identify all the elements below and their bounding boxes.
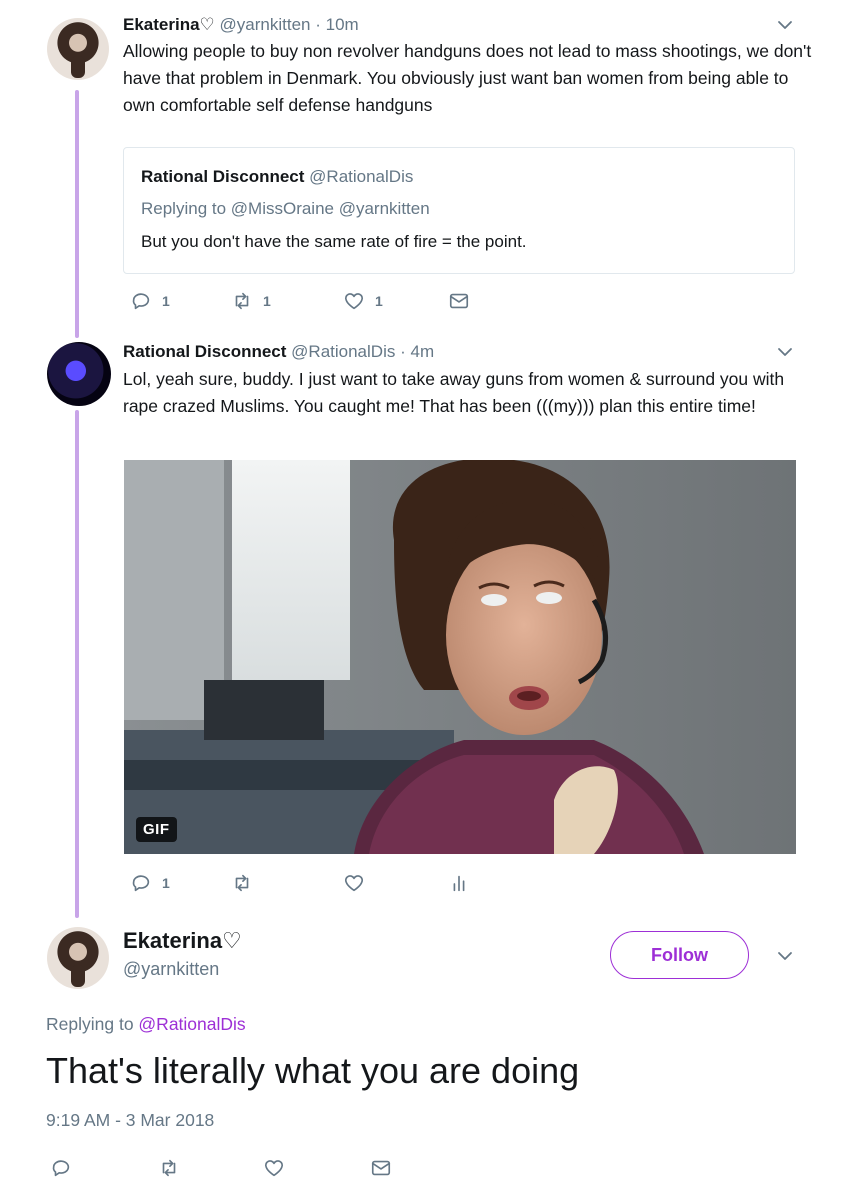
retweet-button[interactable]: 1: [231, 289, 271, 313]
thread-line: [75, 90, 79, 338]
thread-line: [75, 410, 79, 918]
dm-button[interactable]: [448, 289, 470, 313]
handle[interactable]: @yarnkitten: [220, 15, 311, 34]
tweet-text: Lol, yeah sure, buddy. I just want to ta…: [123, 369, 785, 416]
like-count: 1: [375, 293, 383, 309]
tweet-actions: [50, 1156, 410, 1180]
retweet-icon: [235, 292, 249, 310]
display-name: Rational Disconnect: [141, 167, 305, 186]
like-icon: [264, 1160, 284, 1177]
dm-button[interactable]: [370, 1156, 392, 1180]
tweet-header: Rational Disconnect @RationalDis · 4m: [123, 341, 434, 363]
like-icon: [344, 875, 364, 892]
chevron-down-icon[interactable]: [774, 341, 796, 363]
avatar[interactable]: [47, 342, 111, 406]
analytics-button[interactable]: [448, 871, 470, 895]
reply-button[interactable]: 1: [130, 871, 170, 895]
reply-count: 1: [162, 293, 170, 309]
avatar[interactable]: [47, 927, 109, 989]
quoted-tweet-text: But you don't have the same rate of fire…: [141, 232, 527, 251]
reply-icon: [132, 875, 150, 892]
display-name[interactable]: Ekaterina♡: [123, 928, 242, 954]
retweet-button[interactable]: [231, 871, 253, 895]
handle[interactable]: @yarnkitten: [123, 959, 219, 980]
display-name[interactable]: Rational Disconnect: [123, 342, 286, 361]
follow-button[interactable]: Follow: [610, 931, 749, 979]
handle: @RationalDis: [309, 167, 414, 186]
main-tweet-text: That's literally what you are doing: [46, 1050, 580, 1091]
reply-icon: [132, 293, 150, 310]
tweet-text: Allowing people to buy non revolver hand…: [123, 41, 812, 115]
retweet-button[interactable]: [158, 1156, 180, 1180]
tweet-time[interactable]: 10m: [326, 15, 359, 34]
display-name[interactable]: Ekaterina♡: [123, 15, 215, 34]
like-button[interactable]: 1: [343, 289, 383, 313]
tweet-actions: 1: [130, 871, 490, 895]
gif-media[interactable]: GIF: [124, 460, 796, 854]
retweet-icon: [235, 874, 249, 892]
separator-dot: ·: [315, 15, 321, 34]
tweet-header: Ekaterina♡ @yarnkitten · 10m: [123, 14, 359, 36]
gif-frame-image: [124, 460, 796, 854]
avatar[interactable]: [47, 18, 109, 80]
like-icon: [344, 293, 364, 310]
quoted-tweet-author: Rational Disconnect @RationalDis: [141, 167, 413, 187]
replying-link[interactable]: @RationalDis: [138, 1014, 245, 1034]
reply-button[interactable]: [50, 1156, 72, 1180]
quoted-tweet[interactable]: Rational Disconnect @RationalDis Replyin…: [123, 147, 795, 274]
tweet-time[interactable]: 4m: [410, 342, 434, 361]
gif-badge: GIF: [136, 817, 177, 842]
retweet-count: 1: [263, 293, 271, 309]
replying-prefix: Replying to: [46, 1014, 139, 1034]
chevron-down-icon[interactable]: [774, 945, 796, 967]
analytics-icon: [453, 875, 465, 892]
like-button[interactable]: [343, 871, 365, 895]
reply-icon: [52, 1160, 70, 1177]
replying-to: Replying to @RationalDis: [46, 1014, 246, 1035]
reply-button[interactable]: 1: [130, 289, 170, 313]
separator-dot: ·: [400, 342, 406, 361]
tweet-timestamp[interactable]: 9:19 AM - 3 Mar 2018: [46, 1110, 214, 1131]
handle[interactable]: @RationalDis: [291, 342, 395, 361]
dm-icon: [371, 1160, 391, 1176]
retweet-icon: [162, 1159, 176, 1177]
tweet-actions: 1 1 1: [130, 289, 490, 313]
dm-icon: [449, 293, 469, 309]
quoted-replying-to: Replying to @MissOraine @yarnkitten: [141, 199, 430, 218]
chevron-down-icon[interactable]: [774, 14, 796, 36]
like-button[interactable]: [263, 1156, 285, 1180]
reply-count: 1: [162, 875, 170, 891]
